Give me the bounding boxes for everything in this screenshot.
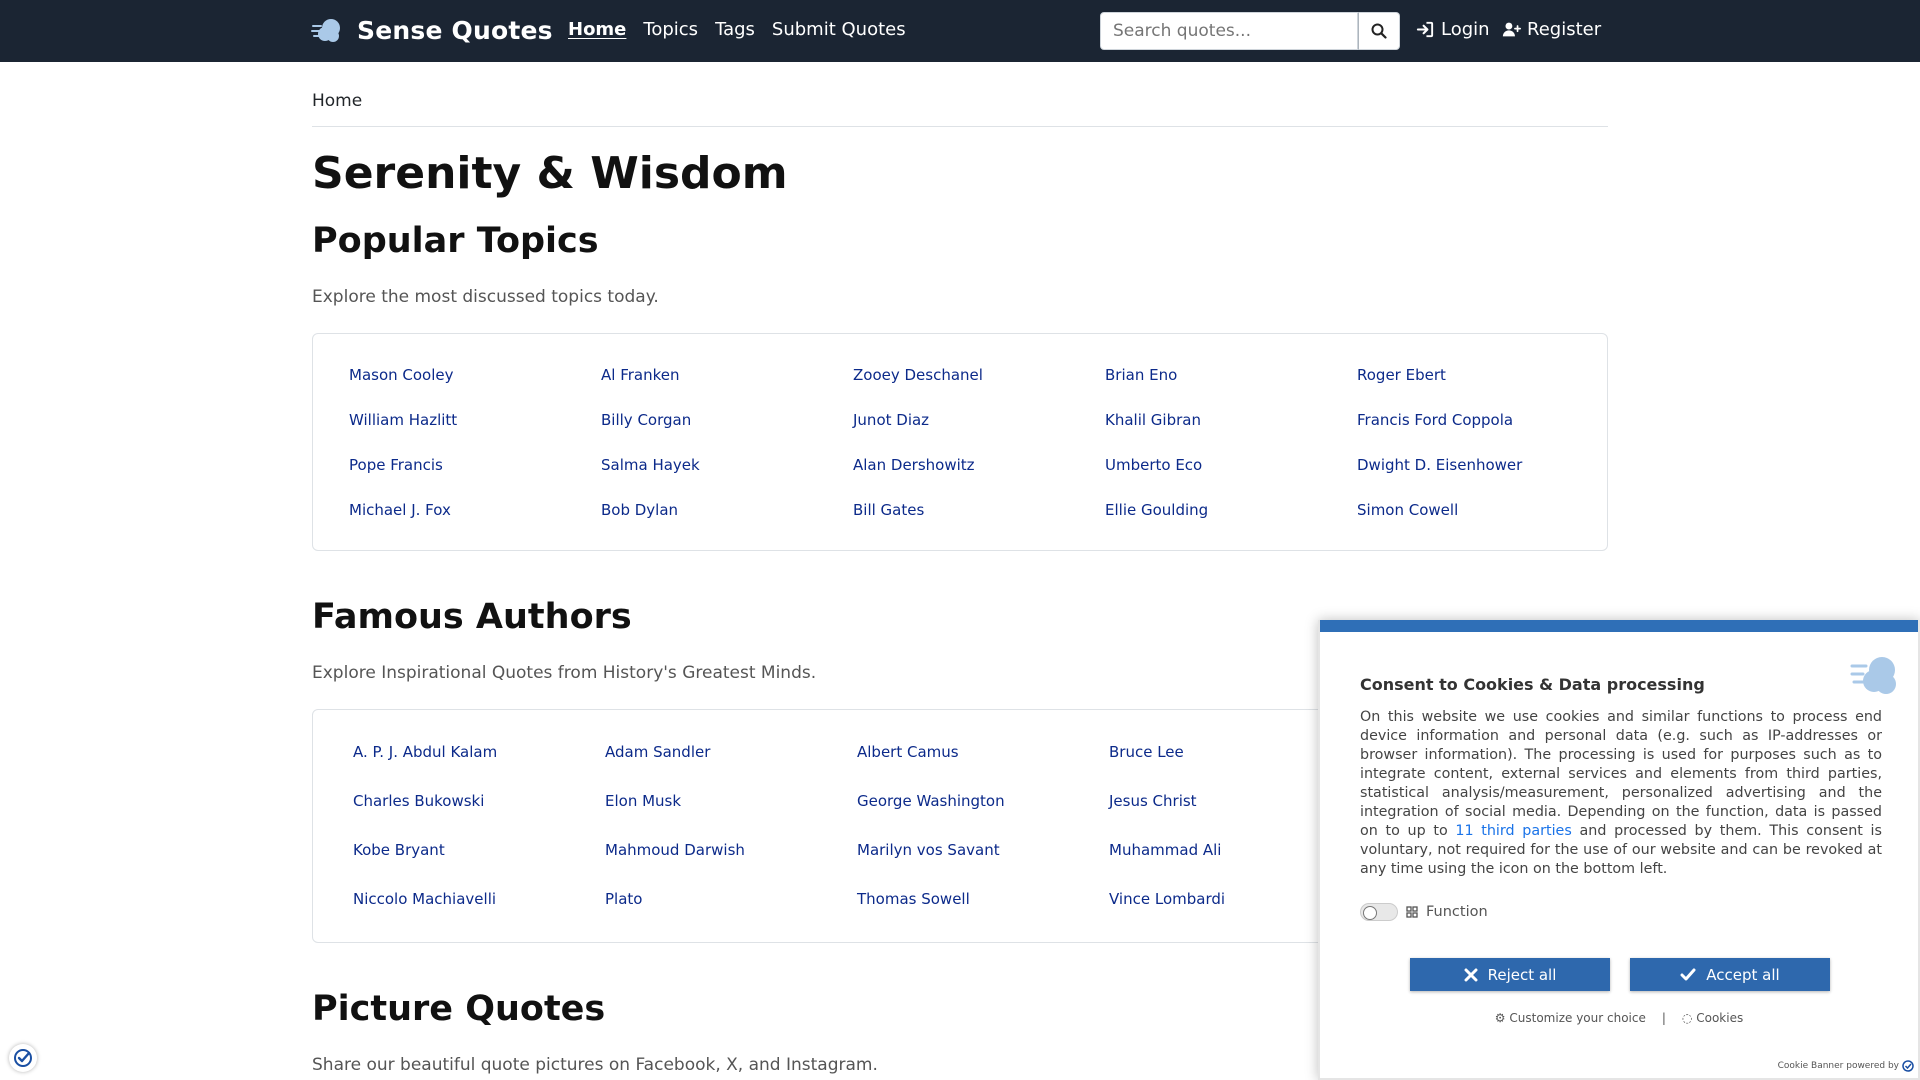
author-link[interactable]: Elon Musk [605, 792, 857, 810]
function-consent-row: Function [1360, 903, 1488, 921]
author-link[interactable]: Niccolo Machiavelli [353, 890, 605, 908]
brand-name[interactable]: Sense Quotes [357, 16, 553, 45]
topic-link[interactable]: Simon Cowell [1357, 501, 1609, 519]
topic-link[interactable]: Bob Dylan [601, 501, 853, 519]
cookies-label: Cookies [1696, 1011, 1744, 1025]
author-link[interactable]: Mahmoud Darwish [605, 841, 857, 859]
author-link[interactable]: Thomas Sowell [857, 890, 1109, 908]
famous-authors-heading: Famous Authors [312, 597, 632, 637]
consent-badge-icon [1902, 1060, 1914, 1072]
function-label: Function [1426, 904, 1488, 920]
topic-link[interactable]: Pope Francis [349, 456, 601, 474]
cookie-icon: ◌ [1681, 1011, 1693, 1025]
author-link[interactable]: Kobe Bryant [353, 841, 605, 859]
link-separator: | [1661, 1011, 1666, 1025]
cookie-text-part-1: On this website we use cookies and simil… [1360, 709, 1882, 839]
search-input[interactable] [1100, 12, 1358, 50]
topic-link[interactable]: Salma Hayek [601, 456, 853, 474]
topic-link[interactable]: Junot Diaz [853, 411, 1105, 429]
close-icon [1464, 968, 1478, 981]
login-link[interactable]: Login [1416, 19, 1490, 40]
third-parties-link[interactable]: 11 third parties [1455, 823, 1571, 839]
top-navbar: Sense Quotes Home Topics Tags Submit Quo… [0, 0, 1920, 62]
user-plus-icon [1502, 22, 1521, 37]
brand-logo-icon [311, 19, 340, 42]
function-grid-icon [1406, 906, 1418, 918]
search-form [1100, 12, 1400, 50]
function-toggle[interactable] [1360, 903, 1398, 921]
topic-link[interactable]: Umberto Eco [1105, 456, 1357, 474]
login-icon [1416, 21, 1434, 38]
customize-choice-link[interactable]: ⚙ Customize your choice [1495, 1011, 1646, 1025]
check-icon [1680, 968, 1696, 980]
cookie-accent-bar [1320, 620, 1918, 632]
topic-link[interactable]: Francis Ford Coppola [1357, 411, 1609, 429]
cookie-description: On this website we use cookies and simil… [1360, 708, 1882, 879]
nav-home[interactable]: Home [568, 19, 626, 40]
cookie-brand-logo-icon [1850, 657, 1896, 694]
author-link[interactable]: Plato [605, 890, 857, 908]
powered-by-label: Cookie Banner powered by [1777, 1061, 1899, 1071]
topic-link[interactable]: Brian Eno [1105, 366, 1357, 384]
topic-link[interactable]: Billy Corgan [601, 411, 853, 429]
breadcrumb-divider [312, 126, 1608, 127]
author-link[interactable]: George Washington [857, 792, 1109, 810]
topic-link[interactable]: Roger Ebert [1357, 366, 1609, 384]
popular-topics-subtitle: Explore the most discussed topics today. [312, 287, 659, 307]
customize-choice-label: Customize your choice [1509, 1011, 1646, 1025]
topic-link[interactable]: William Hazlitt [349, 411, 601, 429]
accept-all-button[interactable]: Accept all [1630, 958, 1830, 991]
consent-shield-icon [14, 1049, 32, 1067]
cookie-title: Consent to Cookies & Data processing [1360, 675, 1705, 694]
accept-all-label: Accept all [1706, 965, 1780, 984]
page-title: Serenity & Wisdom [312, 148, 788, 199]
topic-link[interactable]: Al Franken [601, 366, 853, 384]
nav-topics[interactable]: Topics [643, 19, 698, 40]
brand[interactable]: Sense Quotes [311, 14, 553, 46]
topic-link[interactable]: Dwight D. Eisenhower [1357, 456, 1609, 474]
topic-link[interactable]: Zooey Deschanel [853, 366, 1105, 384]
popular-topics-list: Mason Cooley Al Franken Zooey Deschanel Bri… [349, 366, 1609, 519]
popular-topics-heading: Popular Topics [312, 221, 599, 261]
topic-link[interactable]: Alan Dershowitz [853, 456, 1105, 474]
nav-tags[interactable]: Tags [715, 19, 755, 40]
nav-submit-quotes[interactable]: Submit Quotes [772, 19, 906, 40]
author-link[interactable]: Albert Camus [857, 743, 1109, 761]
picture-quotes-heading: Picture Quotes [312, 989, 606, 1029]
author-link[interactable]: Adam Sandler [605, 743, 857, 761]
register-label: Register [1527, 19, 1602, 40]
cookies-link[interactable]: ◌ Cookies [1682, 1011, 1743, 1025]
search-button[interactable] [1358, 12, 1400, 50]
author-link[interactable]: A. P. J. Abdul Kalam [353, 743, 605, 761]
register-link[interactable]: Register [1502, 19, 1601, 40]
cookie-footer-links: ⚙ Customize your choice | ◌ Cookies [1320, 1011, 1918, 1025]
main-nav: Home Topics Tags Submit Quotes [568, 19, 906, 40]
famous-authors-subtitle: Explore Inspirational Quotes from Histor… [312, 663, 817, 683]
login-label: Login [1441, 19, 1490, 40]
breadcrumb[interactable]: Home [312, 91, 362, 111]
topic-link[interactable]: Khalil Gibran [1105, 411, 1357, 429]
topic-link[interactable]: Michael J. Fox [349, 501, 601, 519]
popular-topics-card: Mason Cooley Al Franken Zooey Deschanel Bri… [312, 333, 1608, 551]
topic-link[interactable]: Bill Gates [853, 501, 1105, 519]
topic-link[interactable]: Mason Cooley [349, 366, 601, 384]
picture-quotes-subtitle: Share our beautiful quote pictures on Fa… [312, 1055, 878, 1075]
cookie-powered-by[interactable]: Cookie Banner powered by [1778, 1060, 1914, 1072]
topic-link[interactable]: Ellie Goulding [1105, 501, 1357, 519]
author-link[interactable]: Marilyn vos Savant [857, 841, 1109, 859]
author-link[interactable]: Charles Bukowski [353, 792, 605, 810]
reject-all-label: Reject all [1487, 965, 1557, 984]
gear-icon: ⚙ [1494, 1011, 1506, 1025]
cookie-consent-dialog: Consent to Cookies & Data processing On … [1318, 620, 1920, 1080]
search-icon [1371, 23, 1387, 39]
consent-settings-button[interactable] [9, 1044, 37, 1072]
reject-all-button[interactable]: Reject all [1410, 958, 1610, 991]
